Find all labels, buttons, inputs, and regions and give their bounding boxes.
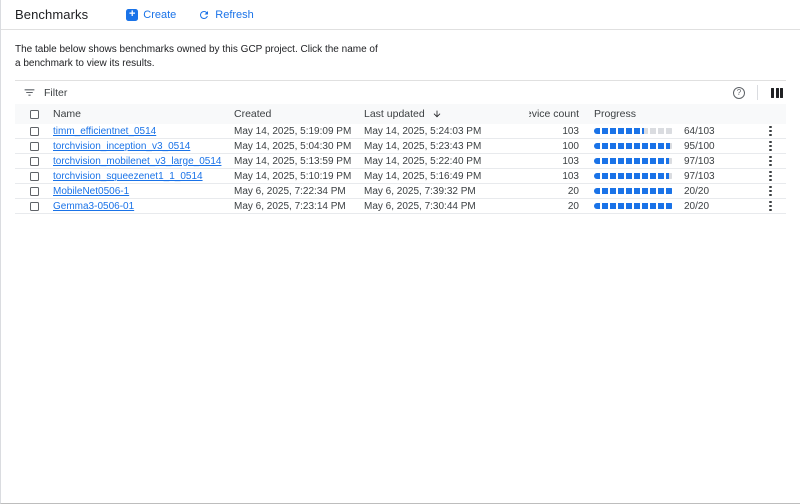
toolbar: + Create Refresh: [126, 9, 254, 21]
last-updated-cell: May 14, 2025, 5:22:40 PM: [364, 156, 529, 167]
progress-label: 95/100: [684, 141, 715, 152]
column-header-name[interactable]: Name: [53, 108, 234, 120]
created-cell: May 6, 2025, 7:22:34 PM: [234, 186, 364, 197]
table-row: torchvision_squeezenet1_1_0514 May 14, 20…: [15, 169, 786, 184]
row-checkbox[interactable]: [30, 127, 39, 136]
progress-label: 20/20: [684, 186, 709, 197]
progress-label: 97/103: [684, 171, 715, 182]
row-menu-button[interactable]: [765, 139, 776, 154]
device-count-cell: 103: [529, 171, 579, 182]
column-display-icon[interactable]: [770, 87, 784, 99]
table-body: timm_efficientnet_0514 May 14, 2025, 5:19…: [15, 124, 786, 214]
created-cell: May 14, 2025, 5:13:59 PM: [234, 156, 364, 167]
last-updated-cell: May 6, 2025, 7:30:44 PM: [364, 201, 529, 212]
benchmark-name-link[interactable]: timm_efficientnet_0514: [53, 126, 156, 137]
row-menu-button[interactable]: [765, 199, 776, 214]
description-line: a benchmark to view its results.: [15, 57, 786, 71]
filter-actions: ?: [733, 85, 784, 100]
divider: [757, 85, 758, 100]
benchmark-name-link[interactable]: Gemma3-0506-01: [53, 201, 134, 212]
created-cell: May 14, 2025, 5:19:09 PM: [234, 126, 364, 137]
progress-bar: [594, 158, 674, 164]
filter-label: Filter: [44, 87, 67, 99]
question-circle-icon[interactable]: ?: [733, 87, 745, 99]
row-checkbox[interactable]: [30, 187, 39, 196]
column-header-created[interactable]: Created: [234, 108, 364, 120]
device-count-cell: 20: [529, 201, 579, 212]
created-cell: May 6, 2025, 7:23:14 PM: [234, 201, 364, 212]
plus-box-icon: +: [126, 9, 138, 21]
last-updated-cell: May 14, 2025, 5:16:49 PM: [364, 171, 529, 182]
filter-bar: Filter ?: [15, 80, 786, 104]
page-title: Benchmarks: [15, 7, 88, 22]
table-row: MobileNet0506-1 May 6, 2025, 7:22:34 PMMa…: [15, 184, 786, 199]
column-header-device-count[interactable]: Device count: [529, 108, 579, 120]
benchmark-name-link[interactable]: MobileNet0506-1: [53, 186, 129, 197]
row-checkbox[interactable]: [30, 142, 39, 151]
device-count-cell: 20: [529, 186, 579, 197]
device-count-cell: 103: [529, 156, 579, 167]
row-checkbox[interactable]: [30, 202, 39, 211]
device-count-cell: 103: [529, 126, 579, 137]
progress-label: 97/103: [684, 156, 715, 167]
row-menu-button[interactable]: [765, 184, 776, 199]
benchmarks-table-card: Filter ? Name Created Last updated Devic…: [15, 80, 786, 214]
device-count-cell: 100: [529, 141, 579, 152]
panel-header: Benchmarks + Create Refresh: [1, 0, 800, 30]
description: The table below shows benchmarks owned b…: [15, 43, 786, 71]
row-menu-button[interactable]: [765, 169, 776, 184]
row-checkbox[interactable]: [30, 157, 39, 166]
last-updated-cell: May 6, 2025, 7:39:32 PM: [364, 186, 529, 197]
column-header-last-updated[interactable]: Last updated: [364, 108, 529, 120]
progress-bar: [594, 143, 674, 149]
last-updated-cell: May 14, 2025, 5:24:03 PM: [364, 126, 529, 137]
created-cell: May 14, 2025, 5:10:19 PM: [234, 171, 364, 182]
column-header-progress[interactable]: Progress: [579, 108, 765, 120]
benchmark-name-link[interactable]: torchvision_squeezenet1_1_0514: [53, 171, 203, 182]
progress-label: 20/20: [684, 201, 709, 212]
create-button-label: Create: [143, 9, 176, 21]
benchmark-name-link[interactable]: torchvision_mobilenet_v3_large_0514: [53, 156, 221, 167]
table-row: timm_efficientnet_0514 May 14, 2025, 5:19…: [15, 124, 786, 139]
table-row: Gemma3-0506-01 May 6, 2025, 7:23:14 PMMay…: [15, 199, 786, 214]
table-header-row: Name Created Last updated Device count P…: [15, 104, 786, 124]
arrow-down-icon[interactable]: [432, 109, 442, 119]
refresh-button[interactable]: Refresh: [198, 9, 254, 21]
row-menu-button[interactable]: [765, 154, 776, 169]
filter-button[interactable]: Filter: [23, 86, 67, 99]
progress-label: 64/103: [684, 126, 715, 137]
last-updated-cell: May 14, 2025, 5:23:43 PM: [364, 141, 529, 152]
description-line: The table below shows benchmarks owned b…: [15, 43, 786, 57]
created-cell: May 14, 2025, 5:04:30 PM: [234, 141, 364, 152]
row-checkbox[interactable]: [30, 172, 39, 181]
refresh-button-label: Refresh: [215, 9, 254, 21]
row-menu-button[interactable]: [765, 124, 776, 139]
progress-bar: [594, 188, 674, 194]
benchmark-name-link[interactable]: torchvision_inception_v3_0514: [53, 141, 190, 152]
create-button[interactable]: + Create: [126, 9, 176, 21]
progress-bar: [594, 173, 674, 179]
filter-lines-icon: [23, 86, 36, 99]
refresh-arrow-icon: [198, 9, 210, 21]
table-row: torchvision_mobilenet_v3_large_0514 May 1…: [15, 154, 786, 169]
table-row: torchvision_inception_v3_0514 May 14, 202…: [15, 139, 786, 154]
progress-bar: [594, 203, 674, 209]
progress-bar: [594, 128, 674, 134]
select-all-checkbox[interactable]: [30, 110, 39, 119]
